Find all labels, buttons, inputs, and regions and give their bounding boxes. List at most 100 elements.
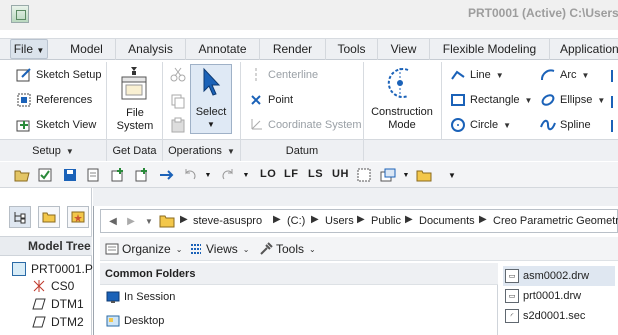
redo-icon[interactable]	[220, 167, 236, 183]
print-icon[interactable]	[85, 167, 101, 183]
rectangle-icon	[450, 92, 466, 108]
tab-flexible-modeling[interactable]: Flexible Modeling	[430, 39, 550, 60]
undo-icon[interactable]	[182, 167, 198, 183]
cut-icon[interactable]	[170, 66, 186, 85]
drawing-file-icon: ▭	[505, 289, 519, 303]
construction-mode-button[interactable]: Construction Mode	[366, 106, 438, 132]
save-icon[interactable]	[62, 167, 78, 183]
folder-browser-tab-icon[interactable]	[38, 206, 60, 228]
folder-in-session[interactable]: In Session	[106, 290, 175, 304]
switch-windows-icon[interactable]	[380, 167, 396, 183]
quick-button-ls[interactable]: LS	[308, 168, 323, 180]
tab-analysis[interactable]: Analysis	[116, 39, 186, 60]
breadcrumb-drive[interactable]: (C:)	[287, 215, 305, 227]
quick-button-uh[interactable]: UH	[332, 168, 349, 180]
model-tree-tab-icon[interactable]	[9, 206, 31, 228]
tab-render[interactable]: Render	[260, 39, 326, 60]
insert-component-icon[interactable]	[110, 167, 126, 183]
sketch-overflow-icon[interactable]	[610, 66, 618, 139]
breadcrumb-creo-geometry[interactable]: Creo Parametric Geometry	[493, 215, 618, 227]
file-system-button[interactable]: File System	[116, 107, 154, 133]
chevron-down-icon[interactable]: ▼	[525, 96, 533, 105]
chevron-down-icon[interactable]: ▼	[597, 96, 605, 105]
chevron-down-icon[interactable]: ▼	[582, 71, 590, 80]
chevron-down-icon[interactable]: ▼	[496, 71, 504, 80]
ellipse-button[interactable]: Ellipse ▼	[540, 92, 605, 108]
tab-view[interactable]: View	[378, 39, 430, 60]
organize-menu[interactable]: Organize ⌄	[105, 242, 182, 256]
circle-button[interactable]: Circle ▼	[450, 117, 511, 133]
tree-item-root[interactable]: PRT0001.P	[12, 262, 93, 276]
breadcrumb-documents[interactable]: Documents	[419, 215, 475, 227]
arc-icon	[540, 67, 556, 83]
centerline-button[interactable]: Centerline	[248, 67, 318, 83]
folder-icon	[159, 214, 175, 231]
construction-mode-icon[interactable]	[384, 66, 418, 103]
tab-tools[interactable]: Tools	[326, 39, 378, 60]
folder-desktop[interactable]: Desktop	[106, 314, 164, 328]
history-dropdown-icon[interactable]: ▼	[141, 214, 157, 228]
rectangle-button[interactable]: Rectangle ▼	[450, 92, 532, 108]
paste-icon[interactable]	[170, 117, 186, 136]
references-button[interactable]: References	[16, 92, 92, 108]
tab-annotate[interactable]: Annotate	[186, 39, 260, 60]
open-folder-icon[interactable]	[14, 167, 30, 183]
breadcrumb-public[interactable]: Public	[371, 215, 401, 227]
window-icon[interactable]	[356, 167, 372, 183]
breadcrumb-separator-icon[interactable]: ▶	[180, 214, 188, 225]
tab-application[interactable]: Application	[550, 39, 618, 60]
sketch-setup-button[interactable]: Sketch Setup	[16, 67, 101, 83]
select-button[interactable]: Select ▼	[190, 64, 232, 134]
chevron-down-icon: ⌄	[242, 244, 250, 254]
breadcrumb-separator-icon[interactable]: ▶	[311, 214, 319, 225]
breadcrumb-separator-icon[interactable]: ▶	[357, 214, 365, 225]
breadcrumb-separator-icon[interactable]: ▶	[273, 214, 281, 225]
copy-icon[interactable]	[170, 93, 186, 112]
circle-label: Circle	[470, 119, 499, 131]
relations-icon[interactable]	[158, 167, 174, 183]
redo-dropdown-icon[interactable]: ▼	[238, 167, 254, 183]
customize-toolbar-icon[interactable]: ▼	[444, 167, 460, 183]
address-bar[interactable]: ◀ ▶ ▼ ▶ steve-asuspro ▶ (C:) ▶ Users ▶ P…	[100, 209, 618, 233]
switch-windows-dropdown-icon[interactable]: ▼	[398, 167, 414, 183]
spline-button[interactable]: Spline	[540, 117, 591, 133]
forward-icon[interactable]: ▶	[123, 214, 139, 228]
file-system-icon[interactable]	[116, 65, 152, 101]
file-item-asm0002-drw[interactable]: ▭ asm0002.drw	[503, 266, 615, 286]
folder-icon[interactable]	[416, 167, 432, 183]
favorites-tab-icon[interactable]	[67, 206, 89, 228]
ellipse-label: Ellipse	[560, 94, 593, 106]
quick-button-lo[interactable]: LO	[260, 168, 276, 180]
app-icon[interactable]	[11, 5, 29, 23]
undo-dropdown-icon[interactable]: ▼	[200, 167, 216, 183]
file-system-label-1: File	[126, 107, 144, 119]
arc-button[interactable]: Arc ▼	[540, 67, 589, 83]
tab-file[interactable]: File ▼	[10, 39, 48, 59]
breadcrumb-separator-icon[interactable]: ▶	[405, 214, 413, 225]
tree-item-csys[interactable]: CS0	[32, 279, 74, 293]
sketch-setup-icon	[16, 67, 32, 83]
sketch-view-button[interactable]: Sketch View	[16, 117, 96, 133]
breadcrumb-computer[interactable]: steve-asuspro	[193, 215, 262, 227]
quick-button-lf[interactable]: LF	[284, 168, 298, 180]
group-footer-operations[interactable]: Operations ▼	[163, 139, 240, 161]
group-footer-setup[interactable]: Setup ▼	[0, 139, 106, 161]
breadcrumb-separator-icon[interactable]: ▶	[479, 214, 487, 225]
file-item-s2d0001-sec[interactable]: ◜ s2d0001.sec	[503, 306, 615, 326]
tab-model[interactable]: Model	[58, 39, 116, 60]
back-icon[interactable]: ◀	[105, 214, 121, 228]
add-feature-icon[interactable]	[134, 167, 150, 183]
tree-item-dtm2[interactable]: DTM2	[32, 315, 84, 329]
views-menu[interactable]: Views ⌄	[189, 242, 250, 256]
tree-item-dtm1[interactable]: DTM1	[32, 297, 84, 311]
chevron-down-icon: ▼	[226, 147, 235, 156]
select-label: Select	[195, 106, 227, 118]
line-button[interactable]: Line ▼	[450, 67, 504, 83]
file-item-prt0001-drw[interactable]: ▭ prt0001.drw	[503, 286, 615, 306]
chevron-down-icon[interactable]: ▼	[503, 121, 511, 130]
tools-menu[interactable]: Tools ⌄	[259, 242, 316, 256]
point-button[interactable]: Point	[248, 92, 293, 108]
regenerate-icon[interactable]	[37, 167, 53, 183]
breadcrumb-users[interactable]: Users	[325, 215, 354, 227]
coordinate-system-button[interactable]: Coordinate System	[248, 117, 362, 133]
